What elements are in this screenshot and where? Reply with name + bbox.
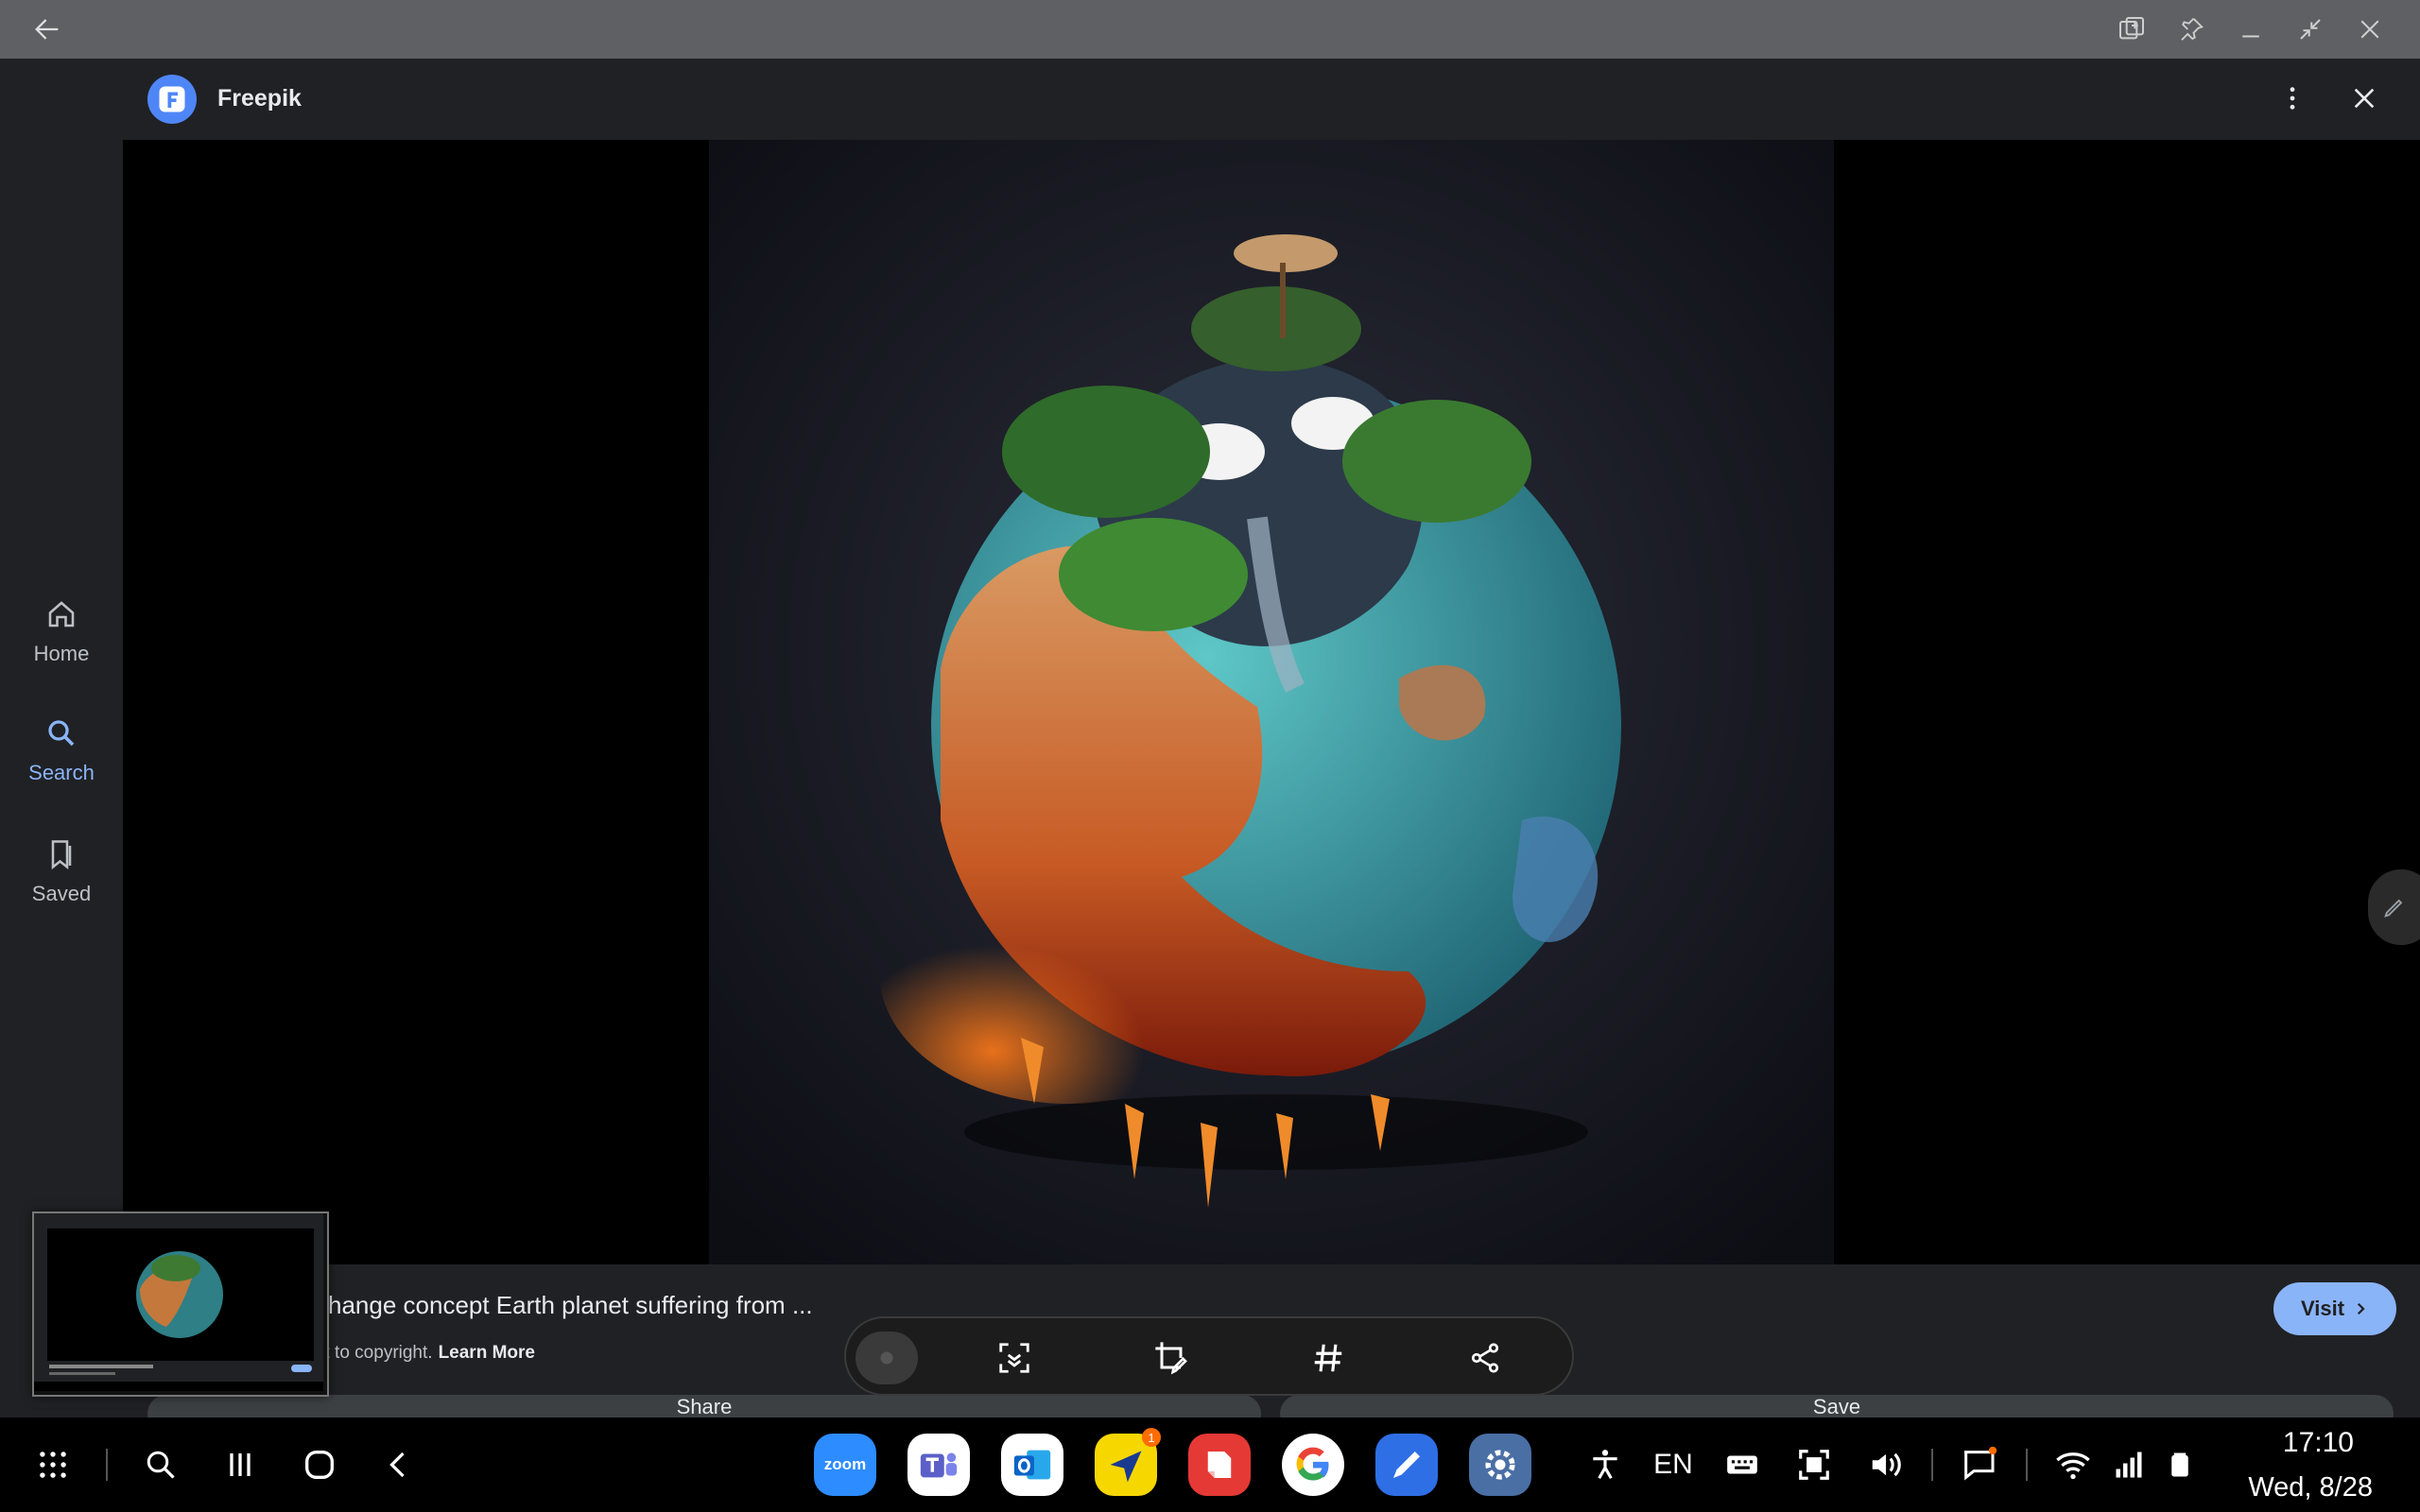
volume-icon[interactable] xyxy=(1859,1438,1912,1491)
save-label: Save xyxy=(1812,1395,1861,1418)
taskbar-search-icon[interactable] xyxy=(132,1436,189,1493)
multi-window-icon[interactable] xyxy=(2113,10,2151,48)
source-title: Freepik xyxy=(217,85,302,112)
pin-icon[interactable] xyxy=(2172,10,2210,48)
bookmark-icon xyxy=(51,840,72,870)
minimize-icon[interactable] xyxy=(2232,10,2270,48)
clock-date: Wed, 8/28 xyxy=(2248,1472,2373,1503)
crop-draw-icon xyxy=(1155,1342,1187,1375)
more-options-icon[interactable] xyxy=(2273,79,2311,117)
recent-apps-icon[interactable] xyxy=(212,1436,268,1493)
notifications-icon[interactable] xyxy=(1952,1438,2005,1491)
share-label: Share xyxy=(676,1395,733,1418)
screenshot-thumbnail[interactable] xyxy=(32,1211,329,1397)
copyright-notice: ct to copyright. Learn More xyxy=(316,1343,535,1364)
keyboard-icon[interactable] xyxy=(1716,1438,1769,1491)
scroll-capture-icon xyxy=(999,1343,1029,1373)
teams-app-icon[interactable] xyxy=(908,1434,970,1496)
zoom-app-icon[interactable]: zoom xyxy=(814,1434,876,1496)
draw-button[interactable] xyxy=(1145,1332,1198,1384)
learn-more-link[interactable]: Learn More xyxy=(439,1343,535,1363)
edge-panel-handle[interactable] xyxy=(2368,869,2420,945)
clock-time: 17:10 xyxy=(2282,1427,2354,1458)
sidebar-item-home[interactable]: Home xyxy=(0,597,123,666)
pencil-icon xyxy=(2384,899,2403,918)
app-header xyxy=(0,59,2420,140)
sidebar-item-label: Search xyxy=(28,761,95,784)
zoom-app-label: zoom xyxy=(823,1455,867,1473)
home-button-icon[interactable] xyxy=(291,1436,348,1493)
screen-capture-toolbar xyxy=(844,1316,1574,1396)
notification-badge: 1 xyxy=(1142,1428,1161,1447)
sidebar-item-saved[interactable]: Saved xyxy=(0,837,123,906)
pen-app-icon[interactable] xyxy=(1375,1434,1438,1496)
camera-icon xyxy=(880,1351,893,1365)
preview-image[interactable] xyxy=(709,140,1834,1264)
signal-icon xyxy=(2104,1438,2153,1491)
share-capture-button[interactable] xyxy=(1459,1332,1512,1384)
visit-button[interactable]: Visit xyxy=(2273,1282,2396,1335)
image-caption: change concept Earth planet suffering fr… xyxy=(316,1291,813,1319)
back-arrow-icon[interactable] xyxy=(28,10,66,48)
chevron-right-icon xyxy=(2357,1302,2365,1315)
accessibility-icon[interactable] xyxy=(1579,1438,1632,1491)
capture-thumbnail-button[interactable] xyxy=(856,1332,918,1384)
freepik-logo-icon xyxy=(147,75,197,124)
close-viewer-icon[interactable] xyxy=(2345,79,2383,117)
window-title-bar xyxy=(0,0,2420,59)
sidebar-item-label: Home xyxy=(33,642,90,665)
restore-icon[interactable] xyxy=(2291,10,2329,48)
share-icon xyxy=(1471,1343,1499,1373)
copyright-text: ct to copyright. xyxy=(316,1343,433,1363)
scroll-capture-button[interactable] xyxy=(988,1332,1041,1384)
google-app-icon[interactable] xyxy=(1282,1434,1344,1496)
visit-label: Visit xyxy=(2300,1297,2345,1320)
wifi-icon[interactable] xyxy=(2047,1438,2100,1491)
language-indicator[interactable]: EN xyxy=(1645,1438,1702,1491)
hashtag-button[interactable] xyxy=(1302,1332,1355,1384)
nav-back-icon[interactable] xyxy=(371,1436,427,1493)
window-close-icon[interactable] xyxy=(2351,10,2389,48)
home-icon xyxy=(48,601,75,627)
hashtag-icon xyxy=(1314,1344,1342,1372)
battery-icon xyxy=(2158,1438,2202,1491)
settings-app-icon[interactable] xyxy=(1469,1434,1531,1496)
flow-app-icon[interactable] xyxy=(1188,1434,1251,1496)
outlook-app-icon[interactable] xyxy=(1001,1434,1063,1496)
sidebar-item-label: Saved xyxy=(31,882,92,905)
search-icon xyxy=(48,720,75,747)
apps-grid-icon[interactable] xyxy=(25,1436,81,1493)
navigator-app-icon[interactable]: 1 xyxy=(1095,1428,1161,1496)
screenshot-icon[interactable] xyxy=(1788,1438,1841,1491)
sidebar-item-search[interactable]: Search xyxy=(0,716,123,785)
